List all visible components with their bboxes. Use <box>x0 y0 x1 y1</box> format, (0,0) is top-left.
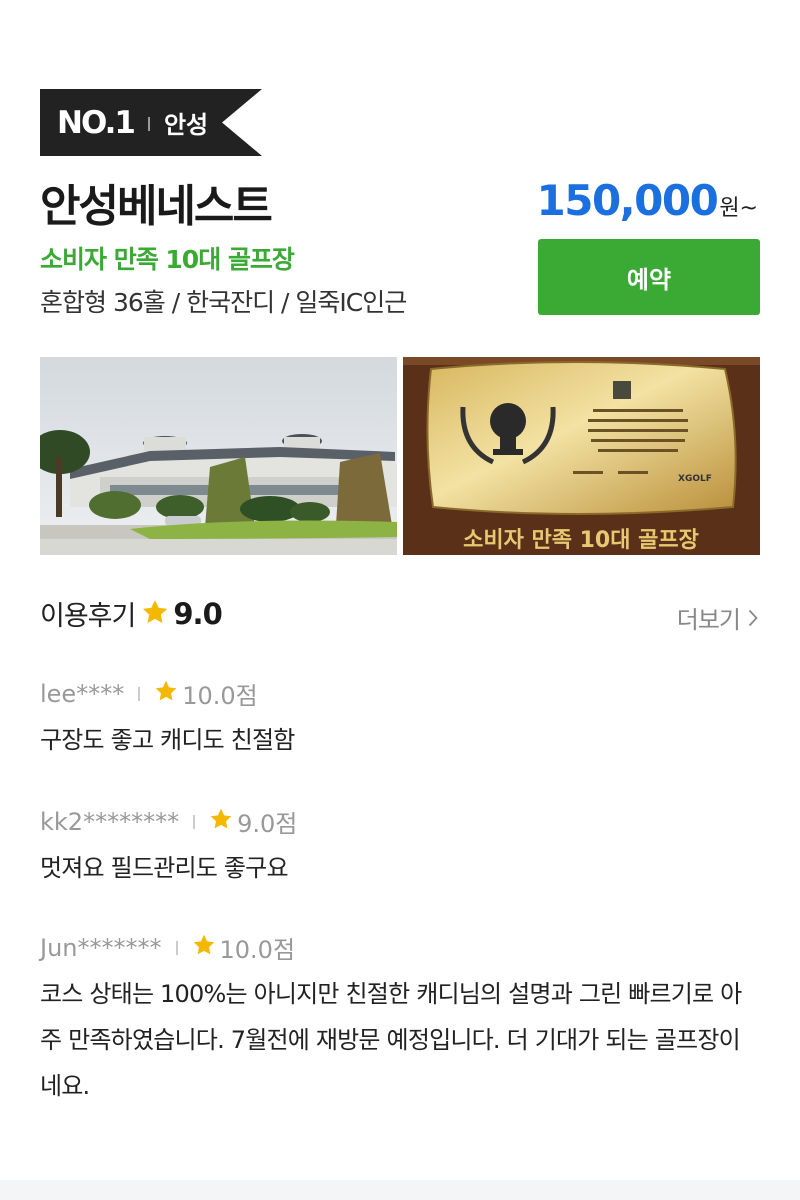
review-section-label: 이용후기 <box>40 601 136 632</box>
meta-divider <box>138 686 141 701</box>
course-info: 혼합형 36홀 / 한국잔디 / 일죽IC인근 <box>40 288 407 317</box>
review-user: Jun******* <box>40 933 162 962</box>
review-summary: 이용후기 9.0 <box>40 594 223 633</box>
rank-badge: NO.1 안성 <box>40 89 262 156</box>
average-score: 9.0 <box>173 596 222 631</box>
chevron-right-icon <box>748 609 758 626</box>
course-subtitle: 소비자 만족 10대 골프장 <box>40 245 295 274</box>
reserve-button[interactable]: 예약 <box>538 239 760 315</box>
rank-label: NO.1 <box>57 104 136 141</box>
review-item: kk2******** 9.0점 멋져요 필드관리도 좋구요 <box>40 804 760 891</box>
clubhouse-photo[interactable] <box>40 357 397 555</box>
review-text: 구장도 좋고 캐디도 친절함 <box>40 726 295 754</box>
review-item: Jun******* 10.0점 코스 상태는 100%는 아니지만 친절한 캐… <box>40 930 760 1109</box>
review-text: 멋져요 필드관리도 좋구요 <box>40 854 289 882</box>
more-label: 더보기 <box>676 606 741 634</box>
price: 150,000 원~ <box>537 176 758 225</box>
star-icon <box>154 679 178 709</box>
review-score: 10.0점 <box>219 936 296 964</box>
award-plaque-photo[interactable]: XGOLF 소비자 만족 10대 골프장 <box>403 357 760 555</box>
review-item: lee**** 10.0점 구장도 좋고 캐디도 친절함 <box>40 676 760 763</box>
review-score: 10.0점 <box>182 682 258 710</box>
region-label: 안성 <box>163 111 209 139</box>
plaque-brand-text: XGOLF <box>678 474 712 484</box>
meta-divider <box>193 814 196 829</box>
review-text: 코스 상태는 100%는 아니지만 친절한 캐디님의 설명과 그린 빠르기로 아… <box>40 980 742 1100</box>
star-icon <box>192 933 216 963</box>
price-amount: 150,000 <box>536 176 719 225</box>
price-unit: 원~ <box>719 196 758 221</box>
plaque-banner-text: 소비자 만족 10대 골프장 <box>463 528 699 553</box>
star-icon <box>209 807 233 837</box>
course-title: 안성베네스트 <box>40 181 273 232</box>
bottom-band <box>0 1180 800 1200</box>
review-user: lee**** <box>40 679 125 708</box>
badge-divider <box>147 116 150 131</box>
star-icon <box>141 598 169 630</box>
meta-divider <box>175 940 178 955</box>
review-user: kk2******** <box>40 807 180 836</box>
review-score: 9.0점 <box>237 810 298 838</box>
more-reviews-link[interactable]: 더보기 <box>677 600 758 635</box>
